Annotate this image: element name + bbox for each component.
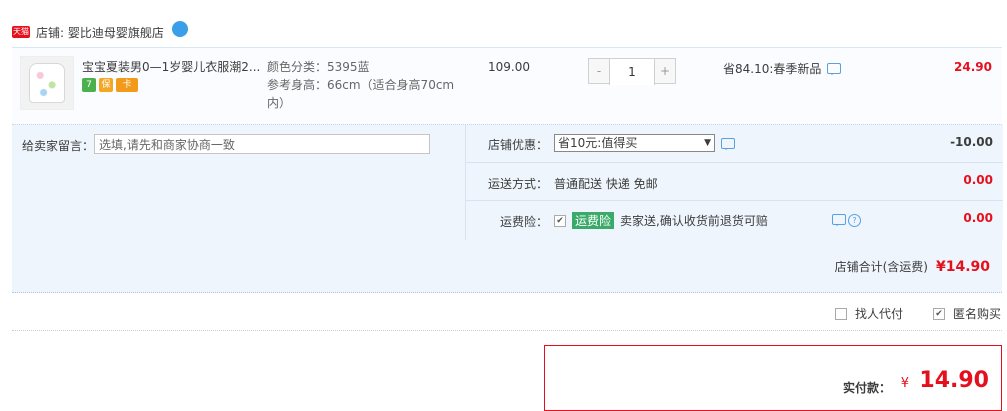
dropdown-arrow-icon: ▼ — [704, 138, 711, 148]
discount-comment-icon[interactable] — [721, 137, 735, 150]
discount-selected-text: 省10元:值得买 — [558, 136, 638, 150]
spec-color: 颜色分类：5395蓝 — [267, 60, 370, 74]
discount-row: 店铺优惠： 省10元:值得买 ▼ -10.00 — [466, 125, 1003, 163]
shipping-label: 运送方式： — [487, 177, 548, 191]
pay-label: 实付款： — [842, 381, 891, 395]
insurance-icons: ? — [832, 214, 861, 227]
discount-amount: -10.00 — [950, 135, 993, 149]
wangwang-chat-icon[interactable] — [171, 21, 188, 37]
quality-guarantee-icon[interactable]: 保 — [99, 78, 113, 92]
quantity-stepper: - + — [588, 58, 676, 85]
divider — [12, 330, 1002, 331]
shop-total: 店铺合计(含运费) ¥14.90 — [835, 258, 990, 275]
shop-total-amount: ¥14.90 — [935, 259, 990, 275]
qty-input[interactable] — [609, 59, 655, 85]
proxy-pay-checkbox[interactable] — [834, 307, 847, 320]
order-options-block: 店铺优惠： 省10元:值得买 ▼ -10.00 运送方式： 普通配送 快递 免邮… — [465, 125, 1003, 240]
insurance-label: 运费险： — [499, 215, 548, 229]
shop-total-label: 店铺合计(含运费) — [834, 260, 928, 274]
promo-text: 省84.10:春季新品 — [723, 62, 822, 76]
insurance-tag: 运费险 — [572, 212, 615, 229]
qty-plus-button[interactable]: + — [655, 59, 675, 83]
promo-info: 省84.10:春季新品 — [723, 60, 842, 77]
insurance-value: ✔ 运费险 卖家送,确认收货前退货可赔 — [554, 212, 768, 229]
spec-height: 参考身高：66cm（适合身高70cm内） — [267, 78, 455, 110]
anonymous-checkbox[interactable]: ✔ — [932, 307, 945, 320]
insurance-text: 卖家送,确认收货前退货可赔 — [620, 214, 768, 228]
seven-day-return-icon[interactable]: 7 — [82, 78, 96, 92]
service-badges: 7 保 卡 — [82, 78, 138, 92]
help-icon[interactable]: ? — [848, 214, 861, 227]
product-title-link[interactable]: 宝宝夏装男0—1岁婴儿衣服潮2... — [82, 58, 262, 75]
insurance-amount: 0.00 — [963, 211, 993, 225]
order-item-row: 宝宝夏装男0—1岁婴儿衣服潮2... 7 保 卡 颜色分类：5395蓝 参考身高… — [12, 47, 1002, 124]
product-spec: 颜色分类：5395蓝 参考身高：66cm（适合身高70cm内） — [267, 58, 467, 112]
pay-summary-box: 实付款： ¥ 14.90 — [544, 345, 1002, 411]
shipping-amount: 0.00 — [963, 173, 993, 187]
anonymous-label: 匿名购买 — [952, 307, 1001, 321]
order-extras: 给卖家留言： 店铺优惠： 省10元:值得买 ▼ -10.00 运送方式： 普通配… — [12, 124, 1003, 293]
product-thumbnail[interactable] — [20, 56, 74, 110]
insurance-comment-icon[interactable] — [832, 214, 846, 226]
shop-header: 天猫 店铺: 婴比迪母婴旗舰店 — [12, 20, 188, 44]
insurance-row: 运费险： ✔ 运费险 卖家送,确认收货前退货可赔 ? 0.00 — [466, 201, 1003, 238]
item-subtotal: 24.90 — [954, 60, 992, 74]
unit-price: 109.00 — [488, 60, 530, 74]
insurance-checkbox[interactable]: ✔ — [554, 214, 566, 227]
discount-label: 店铺优惠： — [487, 138, 548, 152]
anonymous-option[interactable]: ✔ 匿名购买 — [932, 305, 1001, 322]
shipping-row: 运送方式： 普通配送 快递 免邮 0.00 — [466, 163, 1003, 201]
proxy-pay-option[interactable]: 找人代付 — [834, 305, 903, 322]
qty-minus-button[interactable]: - — [589, 59, 609, 83]
message-label: 给卖家留言： — [22, 139, 95, 153]
discount-value: 省10元:值得买 ▼ — [554, 134, 735, 152]
credit-card-icon[interactable]: 卡 — [116, 78, 138, 92]
proxy-pay-label: 找人代付 — [854, 307, 903, 321]
payment-options: 找人代付 ✔ 匿名购买 — [834, 305, 1001, 322]
seller-message-input[interactable] — [94, 134, 430, 154]
tmall-icon: 天猫 — [12, 26, 30, 38]
discount-select[interactable]: 省10元:值得买 ▼ — [554, 134, 715, 152]
shop-name-link[interactable]: 店铺: 婴比迪母婴旗舰店 — [36, 24, 164, 41]
promo-comment-icon[interactable] — [827, 63, 842, 75]
pay-amount: 14.90 — [919, 368, 989, 393]
shipping-method: 普通配送 快递 免邮 — [554, 177, 658, 191]
pay-currency: ¥ — [900, 376, 909, 391]
